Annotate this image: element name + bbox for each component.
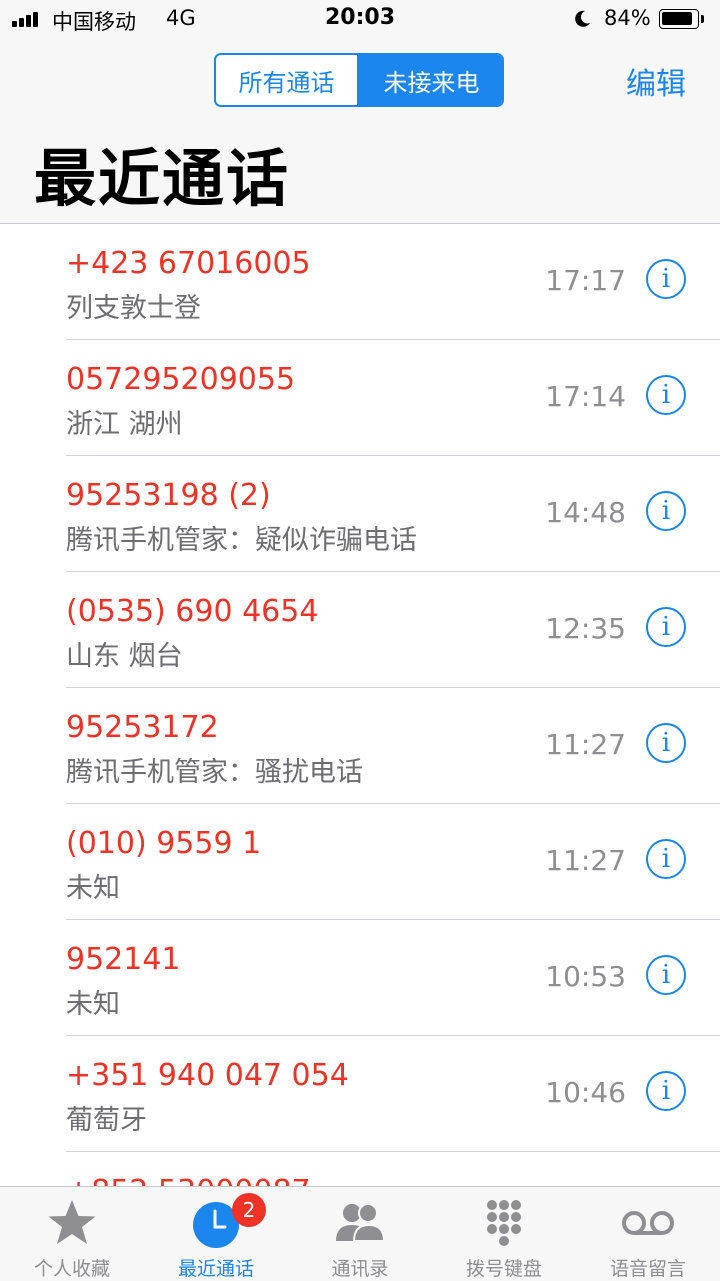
call-number: 057295209055 [66,362,296,397]
segment-missed-calls[interactable]: 未接来电 [359,55,502,105]
carrier-name: 中国移动 [52,10,136,34]
call-location: 腾讯手机管家：疑似诈骗电话 [66,525,417,556]
call-time: 14:48 [545,496,626,529]
star-icon [48,1200,96,1244]
tab-contacts[interactable]: 通讯录 [288,1187,432,1281]
call-time: 17:17 [545,264,626,297]
call-time: 17:14 [545,380,626,413]
keypad-icon [487,1200,521,1246]
call-row[interactable]: 057295209055 浙江 湖州 17:14 i [0,340,720,456]
call-row[interactable]: +351 940 047 054 葡萄牙 10:46 i [0,1036,720,1152]
battery-percent: 84% [604,6,651,30]
call-row[interactable]: (010) 9559 1 未知 11:27 i [0,804,720,920]
status-bar: 中国移动 4G 20:03 84% [0,0,720,40]
call-location: 腾讯手机管家：骚扰电话 [66,757,363,788]
call-number: 95253198 (2) [66,478,271,513]
call-time: 10:46 [545,1076,626,1109]
info-icon[interactable]: i [646,723,686,763]
edit-button[interactable]: 编辑 [626,59,686,103]
call-location: 未知 [66,989,120,1020]
call-location: 列支敦士登 [66,293,201,324]
page-title: 最近通话 [34,142,291,215]
info-icon[interactable]: i [646,1071,686,1111]
tab-keypad[interactable]: 拨号键盘 [432,1187,576,1281]
missed-count-badge: 2 [232,1193,266,1227]
call-number: +423 67016005 [66,246,311,281]
call-row[interactable]: 952141 未知 10:53 i [0,920,720,1036]
tab-label: 通讯录 [331,1258,389,1280]
call-time: 11:27 [545,844,626,877]
info-icon[interactable]: i [646,839,686,879]
call-number: (0535) 690 4654 [66,594,319,629]
recent-calls-list: +423 67016005 列支敦士登 17:17 i 057295209055… [0,224,720,1186]
call-filter-segmented-control: 所有通话 未接来电 [214,53,504,107]
segment-all-calls[interactable]: 所有通话 [216,55,359,105]
contacts-icon [336,1203,386,1242]
tab-label: 语音留言 [609,1258,686,1280]
call-number: (010) 9559 1 [66,826,262,861]
moon-icon [575,10,590,27]
header: 所有通话 未接来电 编辑 最近通话 [0,40,720,224]
info-icon[interactable]: i [646,259,686,299]
tab-voicemail[interactable]: 语音留言 [576,1187,720,1281]
call-row[interactable]: 95253198 (2) 腾讯手机管家：疑似诈骗电话 14:48 i [0,456,720,572]
call-row[interactable]: 95253172 腾讯手机管家：骚扰电话 11:27 i [0,688,720,804]
call-number: 95253172 [66,710,219,745]
call-row[interactable]: (0535) 690 4654 山东 烟台 12:35 i [0,572,720,688]
call-time: 10:53 [545,960,626,993]
call-row[interactable]: +423 67016005 列支敦士登 17:17 i [0,224,720,340]
battery-icon [659,9,704,29]
tab-recents[interactable]: 2 最近通话 [144,1187,288,1281]
info-icon[interactable]: i [646,375,686,415]
call-location: 葡萄牙 [66,1105,147,1136]
call-time: 12:35 [545,612,626,645]
info-icon[interactable]: i [646,491,686,531]
info-icon[interactable]: i [646,955,686,995]
network-type: 4G [166,6,196,30]
tab-bar: 个人收藏 2 最近通话 通讯录 拨号键盘 语音留言 [0,1186,720,1281]
tab-favorites[interactable]: 个人收藏 [0,1187,144,1281]
call-number: 952141 [66,942,181,977]
tab-label: 最近通话 [177,1258,254,1280]
call-location: 未知 [66,873,120,904]
tab-label: 个人收藏 [33,1258,110,1280]
call-location: 山东 烟台 [66,641,183,672]
call-row[interactable]: +852 53000087 [0,1152,720,1186]
tab-label: 拨号键盘 [465,1258,542,1280]
info-icon[interactable]: i [646,607,686,647]
call-number: +852 53000087 [66,1174,311,1186]
signal-icon [12,11,46,27]
voicemail-icon [622,1211,674,1235]
call-location: 浙江 湖州 [66,409,183,440]
call-time: 11:27 [545,728,626,761]
call-number: +351 940 047 054 [66,1058,349,1093]
